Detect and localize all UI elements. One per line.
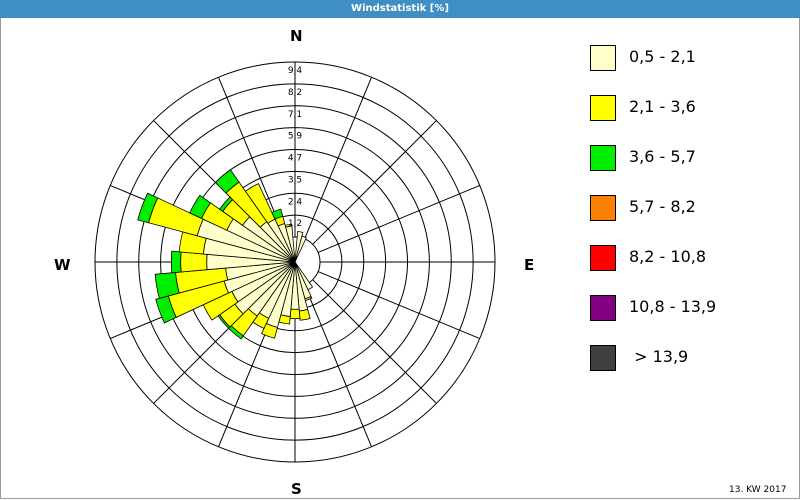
legend-swatch bbox=[590, 95, 616, 121]
wind-sector-270-class-1 bbox=[180, 251, 208, 273]
radial-tick-label: 2,4 bbox=[288, 197, 303, 207]
legend-label: 0,5 - 2,1 bbox=[629, 47, 696, 66]
compass-label-east: E bbox=[524, 256, 535, 274]
compass-label-north: N bbox=[290, 27, 303, 45]
grid-spoke bbox=[317, 185, 480, 253]
legend-item: 2,1 - 3,6 bbox=[590, 95, 790, 125]
radial-tick-label: 8,2 bbox=[288, 88, 302, 98]
radial-tick-label: 4,7 bbox=[288, 154, 302, 164]
grid-spoke bbox=[312, 120, 437, 245]
grid-spoke bbox=[317, 271, 480, 339]
wind-sectors bbox=[137, 169, 314, 340]
wind-sector-270-class-2 bbox=[170, 250, 182, 274]
legend-item: 5,7 - 8,2 bbox=[590, 195, 790, 225]
legend-item: 10,8 - 13,9 bbox=[590, 295, 790, 325]
legend-label: 2,1 - 3,6 bbox=[629, 97, 696, 116]
legend-label: 10,8 - 13,9 bbox=[629, 297, 717, 316]
legend-swatch bbox=[590, 45, 616, 71]
footnote: 13. KW 2017 bbox=[729, 485, 787, 495]
legend-swatch bbox=[590, 145, 616, 171]
compass-label-south: S bbox=[291, 480, 302, 498]
radial-tick-label: 3,5 bbox=[288, 175, 302, 185]
legend-swatch bbox=[590, 295, 616, 321]
grid-spoke bbox=[304, 284, 372, 447]
grid-spoke bbox=[312, 279, 437, 404]
radial-tick-label: 7,1 bbox=[288, 110, 302, 120]
legend-label: > 13,9 bbox=[629, 347, 689, 366]
legend-swatch bbox=[590, 195, 616, 221]
grid-spoke bbox=[304, 77, 372, 240]
radial-tick-label: 1,2 bbox=[288, 219, 302, 229]
wind-sector-170-class-1 bbox=[298, 309, 311, 321]
legend-item: > 13,9 bbox=[590, 345, 790, 375]
legend-swatch bbox=[590, 345, 616, 371]
wind-sector-180-class-1 bbox=[289, 308, 301, 320]
radial-tick-label: 5,9 bbox=[288, 132, 303, 142]
radial-tick-label: 9,4 bbox=[288, 66, 303, 76]
legend-label: 8,2 - 10,8 bbox=[629, 247, 707, 266]
legend-item: 0,5 - 2,1 bbox=[590, 45, 790, 75]
legend-swatch bbox=[590, 245, 616, 271]
legend-item: 8,2 - 10,8 bbox=[590, 245, 790, 275]
legend-label: 3,6 - 5,7 bbox=[629, 147, 696, 166]
legend-label: 5,7 - 8,2 bbox=[629, 197, 696, 216]
compass-label-west: W bbox=[54, 256, 71, 274]
legend-item: 3,6 - 5,7 bbox=[590, 145, 790, 175]
